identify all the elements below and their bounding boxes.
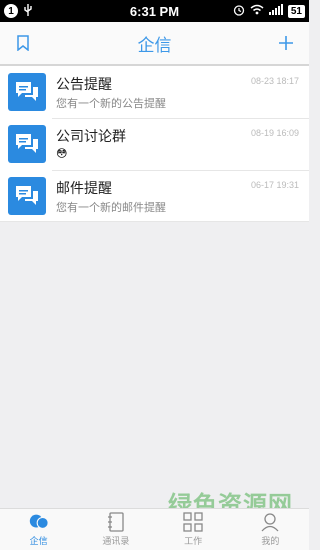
message-title: 公司讨论群 <box>56 128 126 144</box>
message-time: 08-23 18:17 <box>250 76 299 86</box>
tab-label: 我的 <box>261 536 280 546</box>
message-preview: 您有一个新的公告提醒 <box>56 98 166 110</box>
add-icon[interactable] <box>277 34 295 52</box>
status-bar: 1 6:31 PM 51 <box>0 0 309 22</box>
message-preview: 您有一个新的邮件提醒 <box>56 201 166 214</box>
tab-label: 工作 <box>184 536 203 546</box>
chat-bubbles-icon <box>8 73 46 111</box>
page-title: 企信 <box>137 35 172 55</box>
status-time: 6:31 PM <box>129 3 180 19</box>
message-preview-emoji: 😳 <box>56 148 68 160</box>
alarm-icon <box>233 4 245 19</box>
notification-count-badge: 1 <box>4 4 18 18</box>
message-list: 公告提醒 您有一个新的公告提醒 08-23 18:17 公司讨论群 😳 08-1… <box>0 66 309 222</box>
tab-label: 通讯录 <box>102 536 130 546</box>
tab-contacts[interactable]: 通讯录 <box>77 509 154 550</box>
app-header: 企信 <box>0 22 309 66</box>
contacts-icon <box>105 512 127 532</box>
chat-bubbles-icon <box>8 125 46 163</box>
battery-level: 51 <box>287 4 305 18</box>
tab-profile[interactable]: 我的 <box>232 509 309 550</box>
bottom-tab-bar: 企信 通讯录 工作 我的 <box>0 508 309 550</box>
wifi-icon <box>250 4 264 18</box>
chat-icon <box>28 512 50 532</box>
message-row-company-group[interactable]: 公司讨论群 😳 08-19 16:09 <box>0 118 309 170</box>
message-row-announcement[interactable]: 公告提醒 您有一个新的公告提醒 08-23 18:17 <box>0 66 309 118</box>
usb-icon <box>24 3 32 19</box>
tab-work[interactable]: 工作 <box>155 509 232 550</box>
message-row-mail[interactable]: 邮件提醒 您有一个新的邮件提醒 06-17 19:31 <box>0 170 309 222</box>
bookmark-icon[interactable] <box>14 34 32 52</box>
message-title: 公告提醒 <box>56 76 112 92</box>
apps-grid-icon <box>182 512 204 532</box>
signal-icon <box>268 4 283 18</box>
message-time: 06-17 19:31 <box>250 179 299 190</box>
tab-label: 企信 <box>29 536 48 546</box>
message-title: 邮件提醒 <box>56 179 112 196</box>
tab-messages[interactable]: 企信 <box>0 509 77 550</box>
chat-bubbles-icon <box>8 176 46 215</box>
message-time: 08-19 16:09 <box>250 128 299 138</box>
profile-icon <box>259 512 281 532</box>
